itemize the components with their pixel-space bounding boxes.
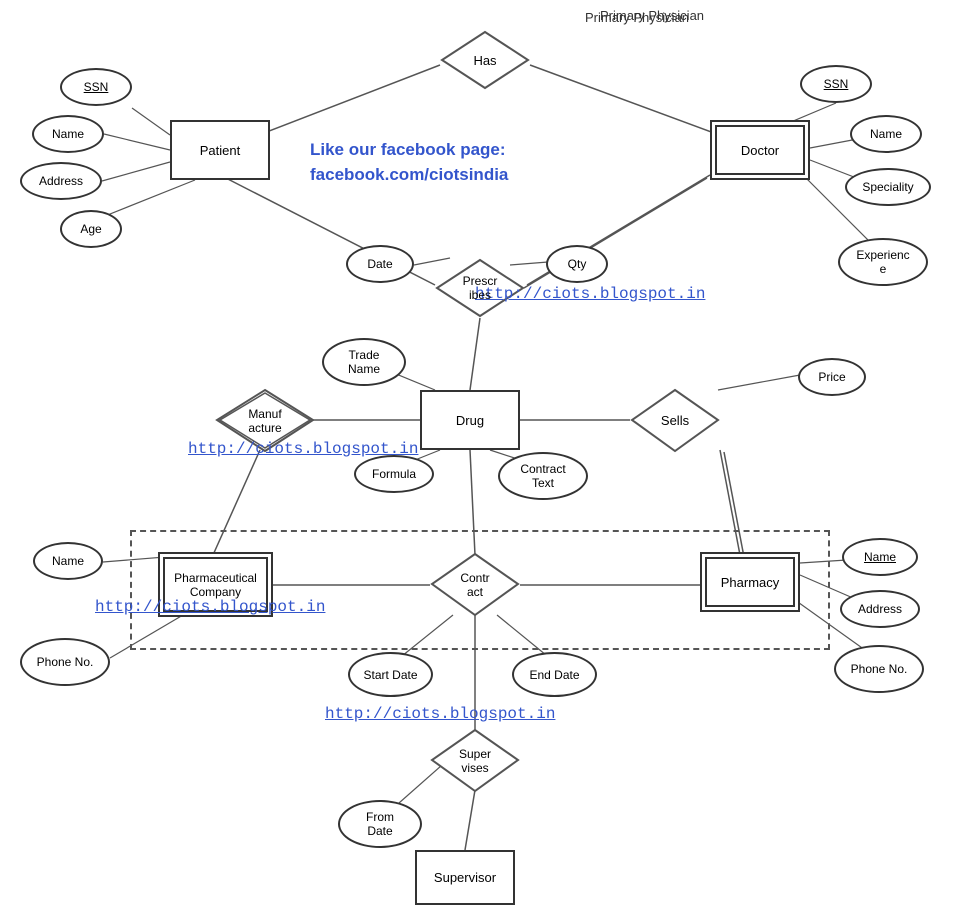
- attr-pharmacy-phone: Phone No.: [834, 645, 924, 693]
- attr-doctor-experience: Experience: [838, 238, 928, 286]
- entity-patient: Patient: [170, 120, 270, 180]
- relationship-sells: Sells: [630, 388, 720, 453]
- attr-patient-age: Age: [60, 210, 122, 248]
- attr-patient-name: Name: [32, 115, 104, 153]
- watermark-blog-1: http://ciots.blogspot.in: [475, 285, 705, 303]
- attr-patient-ssn: SSN: [60, 68, 132, 106]
- watermark-blog-3: http://ciots.blogspot.in: [95, 598, 325, 616]
- entity-supervisor: Supervisor: [415, 850, 515, 905]
- attr-drug-formula: Formula: [354, 455, 434, 493]
- attr-supervises-fromdate: FromDate: [338, 800, 422, 848]
- er-diagram: Primary Physician Patient Doctor Drug Ph…: [0, 0, 968, 918]
- attr-pharmacy-name: Name: [842, 538, 918, 576]
- entity-doctor: Doctor: [710, 120, 810, 180]
- attr-sells-price: Price: [798, 358, 866, 396]
- primary-physician-annotation: Primary Physician: [585, 10, 689, 25]
- watermark-facebook-2: facebook.com/ciotsindia: [310, 165, 508, 185]
- watermark-blog-2: http://ciots.blogspot.in: [188, 440, 418, 458]
- watermark-facebook-1: Like our facebook page:: [310, 140, 506, 160]
- attr-prescribes-qty: Qty: [546, 245, 608, 283]
- attr-doctor-name: Name: [850, 115, 922, 153]
- attr-doctor-speciality: Speciality: [845, 168, 931, 206]
- attr-pharma-name: Name: [33, 542, 103, 580]
- relationship-has: Has: [440, 30, 530, 90]
- attr-doctor-ssn: SSN: [800, 65, 872, 103]
- attr-pharma-phone: Phone No.: [20, 638, 110, 686]
- attr-drug-tradename: TradeName: [322, 338, 406, 386]
- attr-drug-contracttext: ContractText: [498, 452, 588, 500]
- attr-patient-address: Address: [20, 162, 102, 200]
- attr-contract-startdate: Start Date: [348, 652, 433, 697]
- watermark-blog-4: http://ciots.blogspot.in: [325, 705, 555, 723]
- attr-contract-enddate: End Date: [512, 652, 597, 697]
- entity-drug: Drug: [420, 390, 520, 450]
- attr-pharmacy-address: Address: [840, 590, 920, 628]
- attr-prescribes-date: Date: [346, 245, 414, 283]
- relationship-supervises: Supervises: [430, 728, 520, 793]
